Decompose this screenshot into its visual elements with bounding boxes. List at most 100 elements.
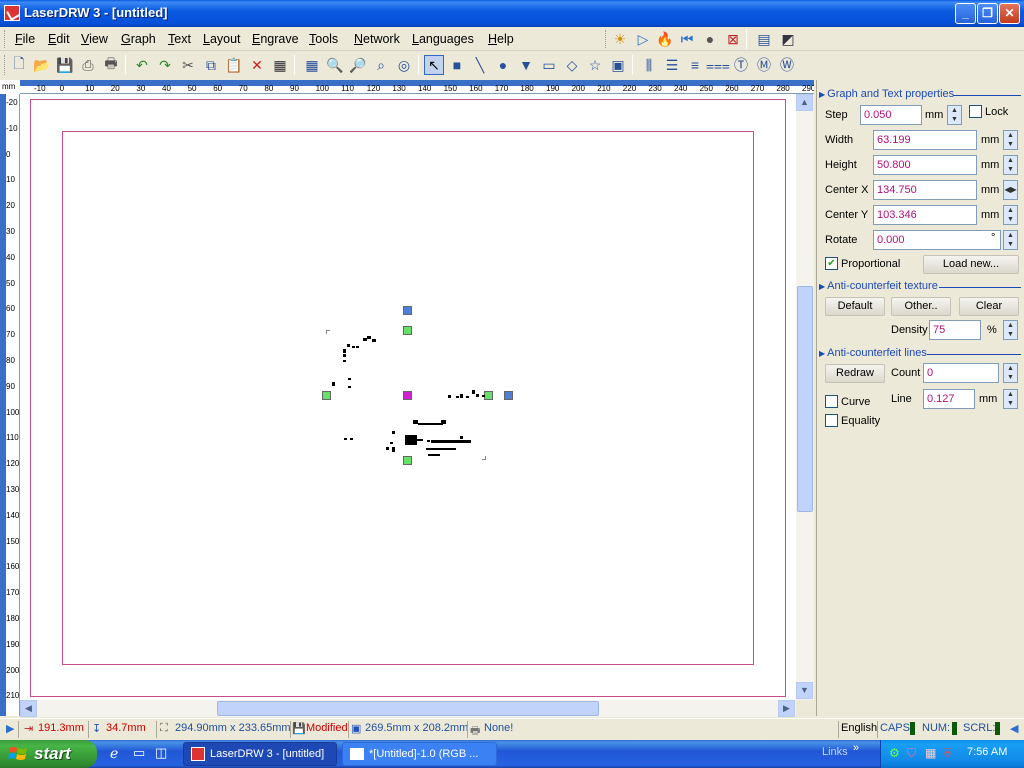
vertical-scrollbar[interactable]: ▲ ▼ (796, 94, 814, 700)
center-handle[interactable] (403, 391, 412, 400)
line-width-input[interactable] (923, 389, 975, 409)
horizontal-scroll-thumb[interactable] (217, 701, 599, 716)
select-tool-icon[interactable]: ↖ (424, 55, 444, 75)
start-engrave-icon[interactable]: ▷ (633, 29, 653, 49)
width-input[interactable] (873, 130, 977, 150)
star-tool-icon[interactable]: ☆ (585, 55, 605, 75)
horizontal-scrollbar[interactable]: ◀ ▶ (20, 700, 796, 717)
redraw-button[interactable]: Redraw (825, 364, 885, 383)
lock-checkbox[interactable] (969, 105, 982, 118)
app-icon[interactable] (4, 5, 20, 21)
save-icon[interactable]: 💾 (55, 55, 75, 75)
task-untitled[interactable]: *[Untitled]-1.0 (RGB ... (342, 742, 497, 766)
network-tray-icon[interactable]: ⚙ (889, 746, 900, 760)
drawing-canvas[interactable] (20, 94, 796, 700)
line-tool-icon[interactable]: ╲ (470, 55, 490, 75)
display-tray-icon[interactable]: ▦ (925, 746, 936, 760)
count-spinner[interactable]: ▲ ▼ (1003, 363, 1018, 383)
menu-engrave[interactable]: Engrave (252, 32, 299, 46)
height-input[interactable] (873, 155, 977, 175)
clock[interactable]: 7:56 AM (967, 746, 1007, 758)
delete-icon[interactable]: ✕ (247, 55, 267, 75)
task-laserdrw[interactable]: LaserDRW 3 - [untitled] (183, 742, 337, 766)
width-spinner[interactable]: ▲ ▼ (1003, 130, 1018, 150)
step-input[interactable] (860, 105, 922, 125)
scroll-down-icon[interactable]: ▼ (796, 682, 813, 699)
scroll-left-icon[interactable]: ◀ (20, 700, 37, 717)
preview-icon[interactable]: ◩ (778, 29, 798, 49)
rectangle-tool-icon[interactable]: ■ (447, 55, 467, 75)
menu-help[interactable]: Help (488, 32, 514, 46)
rotate-spinner[interactable]: ▲ ▼ (1003, 230, 1018, 250)
resize-handle-left[interactable] (322, 391, 331, 400)
minimize-button[interactable]: _ (955, 3, 976, 24)
square-tool-icon[interactable]: ▭ (539, 55, 559, 75)
select-all-icon[interactable]: ▦ (270, 55, 290, 75)
restore-button[interactable]: ❐ (977, 3, 998, 24)
open-folder-icon[interactable]: 📂 (32, 55, 52, 75)
menu-network[interactable]: Network (354, 32, 400, 46)
text-circle-t-icon[interactable]: Ⓣ (731, 55, 751, 75)
menu-edit[interactable]: Edit (48, 32, 70, 46)
desktop-icon[interactable]: ▭ (133, 745, 145, 761)
stop-icon[interactable]: ● (700, 29, 720, 49)
security-tray-icon[interactable]: ⛉ (907, 746, 916, 761)
ie-icon[interactable]: ℯ (110, 745, 118, 762)
count-input[interactable] (923, 363, 999, 383)
device-settings-icon[interactable]: ▤ (754, 29, 774, 49)
lines-section-title[interactable]: Anti-counterfeit lines (819, 347, 927, 361)
burn-icon[interactable]: 🔥 (655, 29, 675, 49)
alert-tray-icon[interactable]: ⛨ (943, 746, 952, 761)
line-spinner[interactable]: ▲ ▼ (1003, 389, 1018, 409)
density-spinner[interactable]: ▲ ▼ (1003, 320, 1018, 340)
center-x-input[interactable] (873, 180, 977, 200)
proportional-checkbox[interactable]: ✔ (825, 257, 838, 270)
menu-layout[interactable]: Layout (203, 32, 241, 46)
title-bar[interactable]: LaserDRW 3 - [untitled] _ ❐ ✕ (0, 0, 1024, 27)
start-button[interactable]: start (0, 740, 97, 768)
scroll-up-icon[interactable]: ▲ (796, 94, 813, 111)
menu-tools[interactable]: Tools (309, 32, 338, 46)
resize-handle-right[interactable] (484, 391, 493, 400)
resize-handle-top[interactable] (403, 326, 412, 335)
new-file-icon[interactable]: 🗋 (9, 55, 29, 75)
menu-view[interactable]: View (81, 32, 108, 46)
clear-texture-button[interactable]: Clear (959, 297, 1019, 316)
skew-handle[interactable] (504, 391, 513, 400)
equality-checkbox[interactable] (825, 414, 838, 427)
chevron-icon[interactable]: » (853, 742, 859, 754)
close-button[interactable]: ✕ (999, 3, 1020, 24)
vertical-scroll-thumb[interactable] (797, 286, 813, 512)
density-input[interactable] (929, 320, 981, 340)
text-circle-m-icon[interactable]: Ⓜ (754, 55, 774, 75)
texture-section-title[interactable]: Anti-counterfeit texture (819, 280, 938, 294)
zoom-fit-icon[interactable]: ⌕ (371, 55, 391, 75)
clear-grid-icon[interactable]: ⊠ (723, 29, 743, 49)
zoom-page-icon[interactable]: ◎ (394, 55, 414, 75)
curve-checkbox[interactable] (825, 395, 838, 408)
import-icon[interactable]: ⎙ (78, 55, 98, 75)
cut-icon[interactable]: ✂ (178, 55, 198, 75)
graph-text-section-title[interactable]: Graph and Text properties (819, 88, 954, 102)
menu-languages[interactable]: Languages (412, 32, 474, 46)
initialize-icon[interactable]: ☀ (610, 29, 630, 49)
paste-icon[interactable]: 📋 (224, 55, 244, 75)
text-align-left-icon[interactable]: ☰ (662, 55, 682, 75)
go-home-icon[interactable]: ⏮ (677, 29, 697, 49)
other-texture-button[interactable]: Other.. (891, 297, 951, 316)
image-tool-icon[interactable]: ▣ (608, 55, 628, 75)
grid-icon[interactable]: ▦ (302, 55, 322, 75)
scroll-right-icon[interactable]: ▶ (778, 700, 795, 717)
undo-icon[interactable]: ↶ (132, 55, 152, 75)
barcode-tool-icon[interactable]: ⫼ (639, 55, 659, 75)
resize-handle-bottom[interactable] (403, 456, 412, 465)
print-icon[interactable]: 🖶 (101, 55, 121, 75)
media-icon[interactable]: ◫ (155, 745, 167, 761)
copy-icon[interactable]: ⧉ (201, 55, 221, 75)
text-align-center-icon[interactable]: ≡ (685, 55, 705, 75)
rotate-handle[interactable] (403, 306, 412, 315)
center-x-spinner[interactable]: ◀▶ (1003, 180, 1018, 200)
center-y-input[interactable] (873, 205, 977, 225)
zoom-in-icon[interactable]: 🔍 (325, 55, 345, 75)
center-y-spinner[interactable]: ▲ ▼ (1003, 205, 1018, 225)
